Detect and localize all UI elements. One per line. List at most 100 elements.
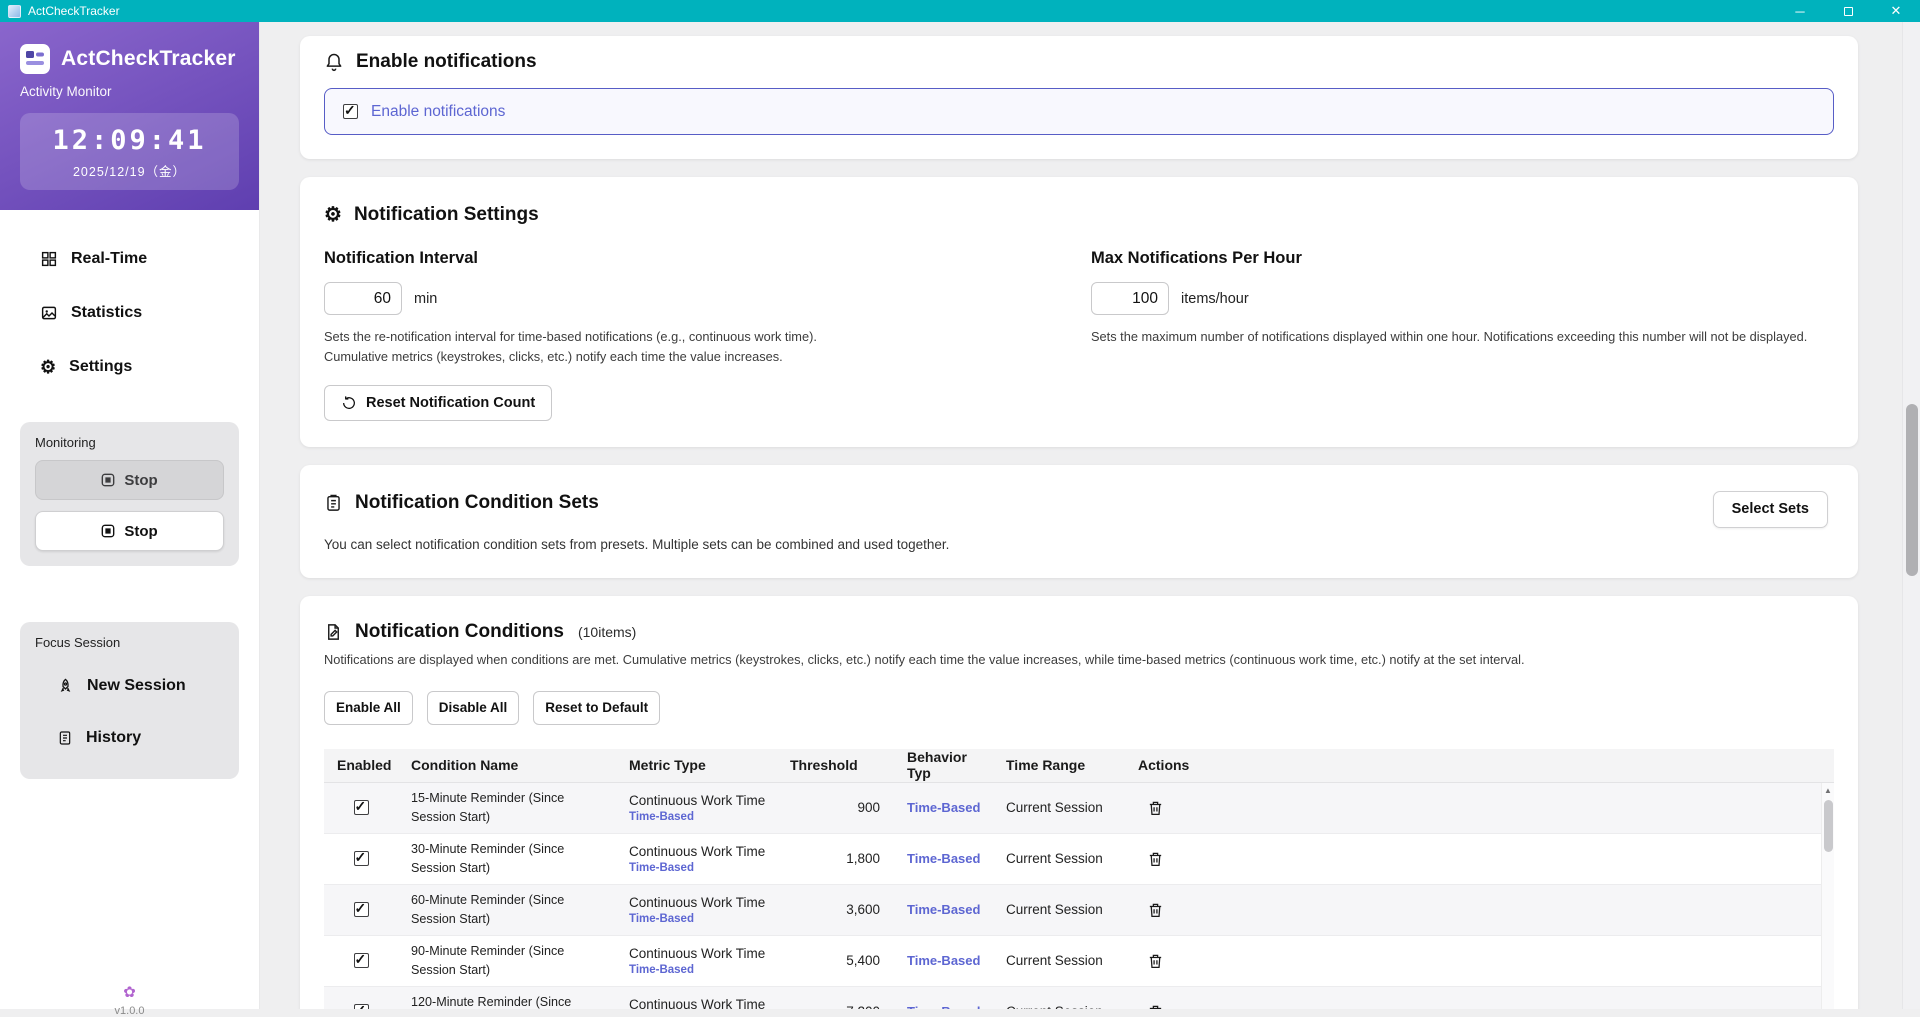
select-sets-button[interactable]: Select Sets xyxy=(1713,491,1828,528)
behavior-type: Time-Based xyxy=(894,1004,993,1009)
conditions-count: (10items) xyxy=(578,620,636,644)
table-row: 15-Minute Reminder (Since Session Start)… xyxy=(324,783,1834,834)
threshold-value: 3,600 xyxy=(777,902,894,917)
condition-sets-description: You can select notification condition se… xyxy=(324,537,1834,552)
threshold-value: 7,200 xyxy=(777,1004,894,1009)
reset-to-default-button[interactable]: Reset to Default xyxy=(533,691,660,725)
sidebar-item-statistics[interactable]: Statistics xyxy=(0,286,259,340)
condition-sets-card: Notification Condition Sets You can sele… xyxy=(300,465,1858,578)
stop-button-secondary[interactable]: Stop xyxy=(35,460,224,500)
sidebar: ActCheckTracker Activity Monitor 12:09:4… xyxy=(0,22,260,1009)
stop-button-primary[interactable]: Stop xyxy=(35,511,224,551)
document-icon xyxy=(57,729,73,747)
delete-condition-button[interactable] xyxy=(1138,793,1172,823)
reset-notification-count-button[interactable]: Reset Notification Count xyxy=(324,385,552,421)
behavior-type: Time-Based xyxy=(894,953,993,968)
sidebar-nav: Real-Time Statistics ⚙ Settings xyxy=(0,210,259,394)
row-enabled-checkbox[interactable] xyxy=(354,1004,369,1009)
scroll-up-icon[interactable]: ▲ xyxy=(1822,783,1834,795)
header-time-range: Time Range xyxy=(993,757,1125,773)
rocket-icon xyxy=(57,678,74,695)
metric-type: Continuous Work Time xyxy=(629,793,777,808)
behavior-type: Time-Based xyxy=(894,800,993,815)
realtime-grid-icon xyxy=(40,250,58,268)
interval-input[interactable] xyxy=(324,282,402,315)
enabled-cell xyxy=(324,851,398,866)
conditions-table: Enabled Condition Name Metric Type Thres… xyxy=(324,749,1834,1009)
time-range: Current Session xyxy=(993,1004,1125,1009)
table-scrollbar[interactable]: ▲ xyxy=(1821,783,1834,1009)
metric-cell: Continuous Work Time Time-Based xyxy=(616,793,777,823)
card-title: Notification Settings xyxy=(354,203,539,227)
trash-icon xyxy=(1147,850,1164,868)
interval-label: Notification Interval xyxy=(324,249,1067,268)
close-button[interactable]: ✕ xyxy=(1872,0,1920,22)
app-name: ActCheckTracker xyxy=(61,47,236,71)
interval-field-group: Notification Interval min Sets the re-no… xyxy=(324,249,1067,421)
disable-all-button[interactable]: Disable All xyxy=(427,691,520,725)
stop-label: Stop xyxy=(124,523,157,540)
notification-conditions-card: Notification Conditions (10items) Notifi… xyxy=(300,596,1858,1009)
focus-session-panel: Focus Session New Session History xyxy=(20,622,239,779)
enabled-cell xyxy=(324,800,398,815)
app-subtitle: Activity Monitor xyxy=(20,84,239,99)
flower-icon[interactable]: ✿ xyxy=(0,985,259,1000)
actions-cell xyxy=(1125,844,1834,874)
metric-type: Continuous Work Time xyxy=(629,895,777,910)
window-scrollbar[interactable] xyxy=(1902,22,1920,1009)
logo-row: ActCheckTracker xyxy=(20,44,239,74)
enable-notifications-toggle[interactable]: Enable notifications xyxy=(324,88,1834,135)
app-icon xyxy=(8,5,21,18)
delete-condition-button[interactable] xyxy=(1138,844,1172,874)
enable-notifications-checkbox[interactable] xyxy=(343,104,358,119)
condition-name: 60-Minute Reminder (Since Session Start) xyxy=(398,891,616,928)
trash-icon xyxy=(1147,799,1164,817)
card-title: Notification Conditions xyxy=(355,620,564,644)
enable-all-button[interactable]: Enable All xyxy=(324,691,413,725)
version-label: v1.0.0 xyxy=(0,1005,259,1017)
threshold-value: 5,400 xyxy=(777,953,894,968)
time-range: Current Session xyxy=(993,800,1125,815)
trash-icon xyxy=(1147,901,1164,919)
sidebar-item-settings[interactable]: ⚙ Settings xyxy=(0,340,259,394)
max-per-hour-input[interactable] xyxy=(1091,282,1169,315)
condition-name: 30-Minute Reminder (Since Session Start) xyxy=(398,840,616,877)
window-scrollbar-thumb[interactable] xyxy=(1906,404,1918,576)
card-heading: Notification Conditions (10items) xyxy=(324,620,1834,644)
clock-display: 12:09:41 2025/12/19（金） xyxy=(20,113,239,190)
maximize-button[interactable] xyxy=(1824,0,1872,22)
header-enabled: Enabled xyxy=(324,757,398,773)
minimize-button[interactable]: ─ xyxy=(1776,0,1824,22)
focus-item-label: New Session xyxy=(87,677,186,695)
delete-condition-button[interactable] xyxy=(1138,946,1172,976)
delete-condition-button[interactable] xyxy=(1138,895,1172,925)
metric-type: Continuous Work Time xyxy=(629,946,777,961)
nav-label: Statistics xyxy=(71,304,142,322)
max-per-hour-label: Max Notifications Per Hour xyxy=(1091,249,1834,268)
metric-cell: Continuous Work Time Time-Based xyxy=(616,946,777,976)
notification-settings-card: ⚙ Notification Settings Notification Int… xyxy=(300,177,1858,447)
gear-icon: ⚙ xyxy=(324,205,342,225)
row-enabled-checkbox[interactable] xyxy=(354,902,369,917)
sidebar-footer: ✿ v1.0.0 xyxy=(0,985,259,1017)
stop-icon xyxy=(101,473,115,487)
table-scrollbar-thumb[interactable] xyxy=(1824,800,1833,852)
app-window: ActCheckTracker Activity Monitor 12:09:4… xyxy=(0,22,1920,1009)
header-condition-name: Condition Name xyxy=(398,757,616,773)
checkbox-label: Enable notifications xyxy=(371,103,505,121)
statistics-icon xyxy=(40,304,58,322)
actions-cell xyxy=(1125,997,1834,1009)
row-enabled-checkbox[interactable] xyxy=(354,800,369,815)
clipboard-icon xyxy=(324,493,343,513)
new-session-item[interactable]: New Session xyxy=(35,660,224,712)
actions-cell xyxy=(1125,946,1834,976)
threshold-value: 900 xyxy=(777,800,894,815)
behavior-type: Time-Based xyxy=(894,851,993,866)
row-enabled-checkbox[interactable] xyxy=(354,953,369,968)
sidebar-item-realtime[interactable]: Real-Time xyxy=(0,232,259,286)
delete-condition-button[interactable] xyxy=(1138,997,1172,1009)
history-item[interactable]: History xyxy=(35,712,224,764)
condition-name: 120-Minute Reminder (Since Session Start… xyxy=(398,993,616,1009)
metric-subtype: Time-Based xyxy=(629,811,777,823)
row-enabled-checkbox[interactable] xyxy=(354,851,369,866)
